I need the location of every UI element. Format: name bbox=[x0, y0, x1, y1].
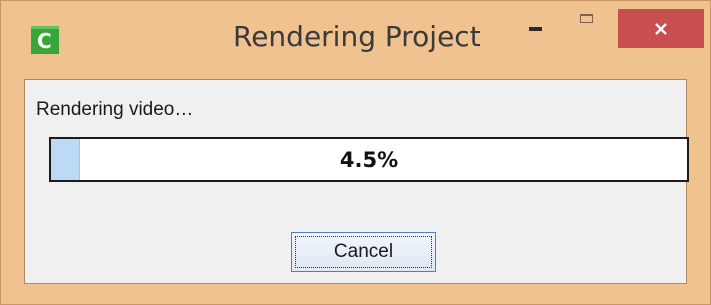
maximize-icon bbox=[580, 14, 593, 23]
close-button[interactable] bbox=[618, 9, 704, 48]
camtasia-app-icon: C bbox=[31, 26, 59, 54]
cancel-button-label: Cancel bbox=[333, 241, 394, 262]
close-icon bbox=[655, 23, 667, 35]
svg-text:C: C bbox=[37, 29, 52, 53]
cancel-button[interactable]: Cancel bbox=[291, 232, 436, 272]
render-progress-bar: 4.5% bbox=[49, 137, 689, 182]
minimize-button[interactable] bbox=[521, 9, 553, 49]
window-title: Rendering Project bbox=[233, 20, 481, 53]
title-bar[interactable]: C Rendering Project bbox=[1, 1, 710, 79]
maximize-button[interactable] bbox=[572, 9, 612, 49]
status-label: Rendering video… bbox=[36, 99, 194, 120]
dialog-body: Rendering video… 4.5% Cancel bbox=[24, 79, 689, 284]
minimize-icon bbox=[529, 27, 542, 31]
progress-percent: 4.5% bbox=[339, 147, 399, 172]
rendering-dialog-window: C Rendering Project Rendering video… 4.5… bbox=[0, 0, 711, 305]
